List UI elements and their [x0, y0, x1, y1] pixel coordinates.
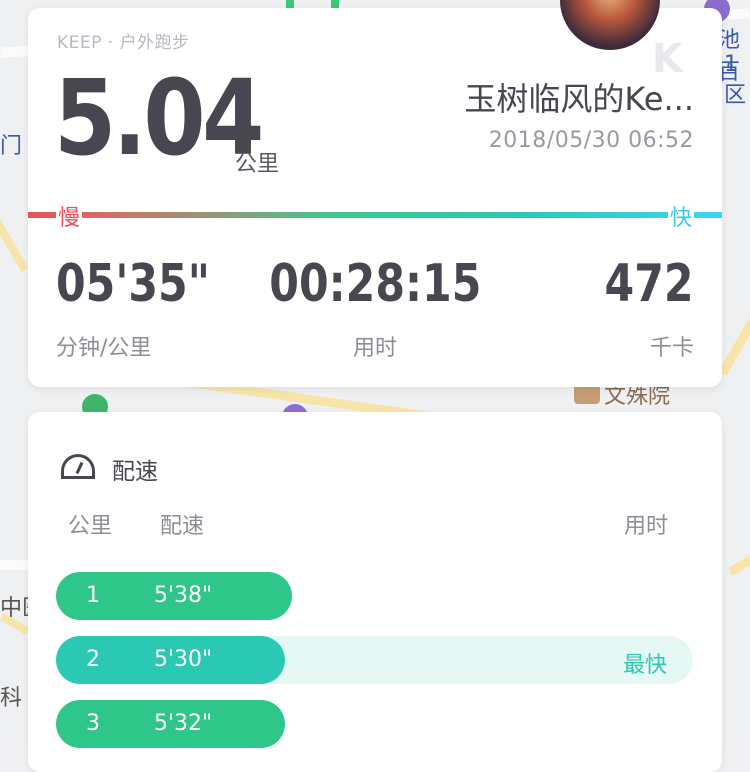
row-km: 1: [86, 583, 100, 608]
stat-value: 00:28:15: [268, 254, 482, 314]
row-km: 2: [86, 647, 100, 672]
pace-row[interactable]: 2 5'30" 最快: [56, 636, 693, 684]
fast-label: 快: [667, 200, 694, 232]
map-road: [718, 293, 750, 376]
row-km: 3: [86, 711, 100, 736]
pace-row[interactable]: 1 5'38": [56, 572, 693, 620]
keep-logo-icon: K: [652, 36, 683, 82]
slow-label: 慢: [56, 200, 83, 232]
column-header-pace: 配速: [160, 514, 205, 539]
calories-stat: 472 千卡: [585, 258, 694, 362]
run-date: 2018/05/30 06:52: [488, 128, 694, 153]
map-label: 科: [0, 686, 23, 711]
section-title: 配速: [112, 459, 158, 485]
distance-unit: 公里: [235, 152, 280, 177]
activity-source: KEEP · 户外跑步: [57, 33, 190, 53]
stat-label: 千卡: [649, 336, 694, 361]
map-road: [0, 216, 29, 272]
map-road: [0, 560, 30, 570]
distance-value: 5.04: [54, 57, 264, 179]
row-pace: 5'38": [154, 583, 213, 608]
pace-card: 配速 公里 配速 用时 1 5'38" 2 5'30" 最快 3 5'32": [28, 412, 722, 772]
map-road: [727, 553, 750, 576]
map-label: 门: [0, 134, 23, 159]
stat-value: 472: [604, 254, 694, 314]
row-pace: 5'30": [154, 647, 213, 672]
speedometer-icon: [61, 454, 95, 479]
pace-row[interactable]: 3 5'32": [56, 700, 693, 748]
column-header-time: 用时: [623, 514, 668, 539]
row-pace: 5'32": [154, 711, 213, 736]
run-summary-card: KEEP · 户外跑步 5.04 公里 玉树临风的Ke... 2018/05/3…: [28, 8, 722, 387]
column-header-km: 公里: [68, 514, 113, 539]
fastest-badge: 最快: [622, 653, 667, 678]
speed-gradient-bar: [28, 212, 722, 218]
map-label: 1区: [724, 52, 747, 108]
